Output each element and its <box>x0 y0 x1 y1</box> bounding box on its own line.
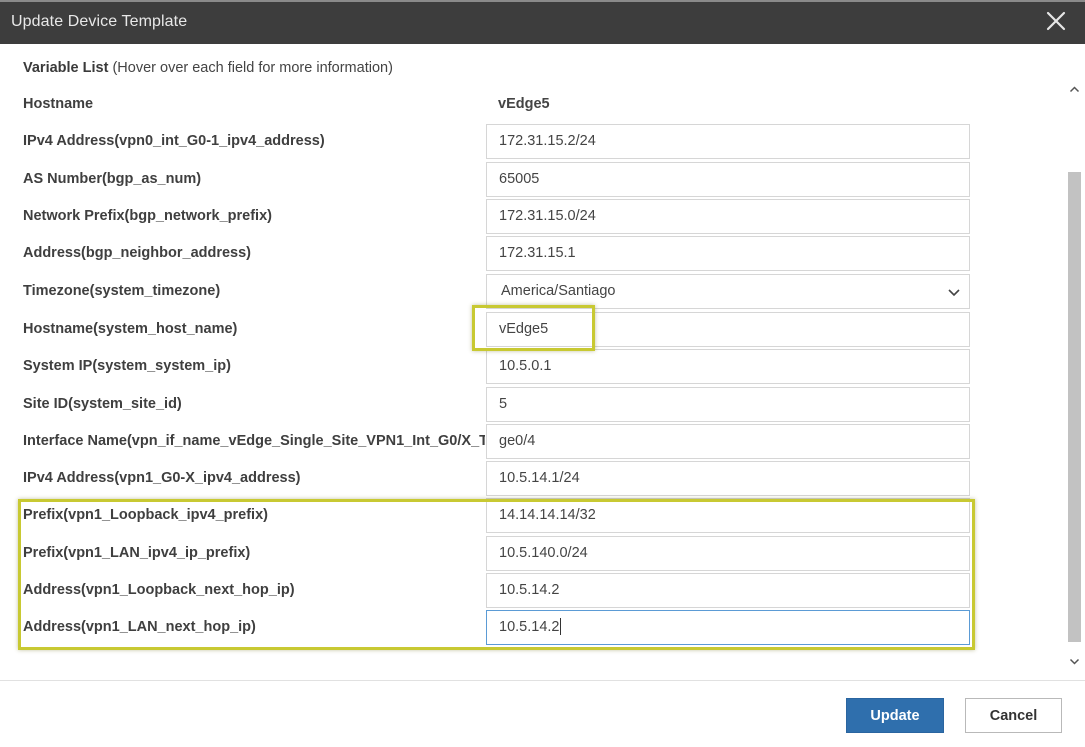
timezone-select[interactable]: America/Santiago <box>486 274 970 309</box>
form-row: Address(vpn1_LAN_next_hop_ip) 10.5.14.2 <box>0 609 1060 646</box>
vpn0-ipv4-address-input[interactable]: 172.31.15.2/24 <box>486 124 970 159</box>
variable-list-title: Variable List <box>23 60 109 76</box>
field-label: Address(bgp_neighbor_address) <box>23 245 252 261</box>
variable-list-heading: Variable List (Hover over each field for… <box>23 60 393 76</box>
field-label: Address(vpn1_Loopback_next_hop_ip) <box>23 582 295 598</box>
loopback-prefix-input[interactable]: 14.14.14.14/32 <box>486 498 970 533</box>
footer-divider <box>0 680 1085 681</box>
form-row-hostname-display: Hostname vEdge5 <box>0 86 1060 123</box>
update-button[interactable]: Update <box>846 698 944 733</box>
form-row: Timezone(system_timezone) America/Santia… <box>0 273 1060 310</box>
input-value: 172.31.15.2/24 <box>499 133 596 149</box>
text-caret <box>560 617 562 635</box>
field-label: Network Prefix(bgp_network_prefix) <box>23 208 272 224</box>
form-row: Prefix(vpn1_LAN_ipv4_ip_prefix) 10.5.140… <box>0 535 1060 572</box>
field-label: Prefix(vpn1_LAN_ipv4_ip_prefix) <box>23 545 251 561</box>
form-row: IPv4 Address(vpn1_G0-X_ipv4_address) 10.… <box>0 460 1060 497</box>
form-row: Site ID(system_site_id) 5 <box>0 386 1060 423</box>
form-row: AS Number(bgp_as_num) 65005 <box>0 161 1060 198</box>
scrollbar-thumb[interactable] <box>1068 172 1081 642</box>
form-row: Network Prefix(bgp_network_prefix) 172.3… <box>0 198 1060 235</box>
input-value: 5 <box>499 396 508 412</box>
system-ip-input[interactable]: 10.5.0.1 <box>486 349 970 384</box>
input-text: 10.5.14.2 <box>499 619 560 635</box>
chevron-down-icon[interactable] <box>1069 654 1080 665</box>
form-row: System IP(system_system_ip) 10.5.0.1 <box>0 348 1060 385</box>
field-label: AS Number(bgp_as_num) <box>23 171 202 187</box>
form-row: Hostname(system_host_name) vEdge5 <box>0 311 1060 348</box>
form-row: Interface Name(vpn_if_name_vEdge_Single_… <box>0 423 1060 460</box>
form-row: Prefix(vpn1_Loopback_ipv4_prefix) 14.14.… <box>0 497 1060 534</box>
field-label: Site ID(system_site_id) <box>23 396 182 412</box>
input-value: vEdge5 <box>499 321 549 337</box>
dialog-titlebar: Update Device Template <box>0 0 1085 44</box>
select-value: America/Santiago <box>501 283 616 299</box>
field-label: Hostname <box>23 96 94 112</box>
field-label: Hostname(system_host_name) <box>23 321 238 337</box>
input-value: 65005 <box>499 171 540 187</box>
input-value: 10.5.0.1 <box>499 358 552 374</box>
field-label: IPv4 Address(vpn0_int_G0-1_ipv4_address) <box>23 133 325 149</box>
scrollbar[interactable] <box>1066 80 1083 670</box>
lan-prefix-input[interactable]: 10.5.140.0/24 <box>486 536 970 571</box>
system-hostname-input[interactable]: vEdge5 <box>486 312 970 347</box>
chevron-up-icon[interactable] <box>1069 82 1080 93</box>
field-label: System IP(system_system_ip) <box>23 358 231 374</box>
form-row: Address(vpn1_Loopback_next_hop_ip) 10.5.… <box>0 572 1060 609</box>
input-value: 14.14.14.14/32 <box>499 507 596 523</box>
loopback-next-hop-input[interactable]: 10.5.14.2 <box>486 573 970 608</box>
form-row: IPv4 Address(vpn0_int_G0-1_ipv4_address)… <box>0 123 1060 160</box>
input-value: 10.5.14.2 <box>499 582 560 598</box>
field-label: Address(vpn1_LAN_next_hop_ip) <box>23 619 256 635</box>
field-label: IPv4 Address(vpn1_G0-X_ipv4_address) <box>23 470 301 486</box>
dialog-title: Update Device Template <box>11 13 188 30</box>
field-label: Timezone(system_timezone) <box>23 283 221 299</box>
input-value: 10.5.14.1/24 <box>499 470 580 486</box>
input-value: 172.31.15.0/24 <box>499 208 596 224</box>
chevron-down-icon <box>947 285 961 299</box>
close-icon[interactable] <box>1045 10 1067 32</box>
input-value: 10.5.140.0/24 <box>499 545 588 561</box>
network-prefix-input[interactable]: 172.31.15.0/24 <box>486 199 970 234</box>
variable-list-hint: (Hover over each field for more informat… <box>112 60 393 76</box>
field-label: Prefix(vpn1_Loopback_ipv4_prefix) <box>23 507 268 523</box>
input-value: 172.31.15.1 <box>499 245 576 261</box>
vpn1-ipv4-address-input[interactable]: 10.5.14.1/24 <box>486 461 970 496</box>
input-value: ge0/4 <box>499 433 536 449</box>
lan-next-hop-input[interactable]: 10.5.14.2 <box>486 610 970 645</box>
input-value: 10.5.14.2 <box>499 611 562 644</box>
interface-name-input[interactable]: ge0/4 <box>486 424 970 459</box>
hostname-value: vEdge5 <box>498 96 550 112</box>
cancel-button[interactable]: Cancel <box>965 698 1062 733</box>
site-id-input[interactable]: 5 <box>486 387 970 422</box>
bgp-neighbor-address-input[interactable]: 172.31.15.1 <box>486 236 970 271</box>
form-row: Address(bgp_neighbor_address) 172.31.15.… <box>0 235 1060 272</box>
as-number-input[interactable]: 65005 <box>486 162 970 197</box>
field-label: Interface Name(vpn_if_name_vEdge_Single_… <box>23 433 485 449</box>
